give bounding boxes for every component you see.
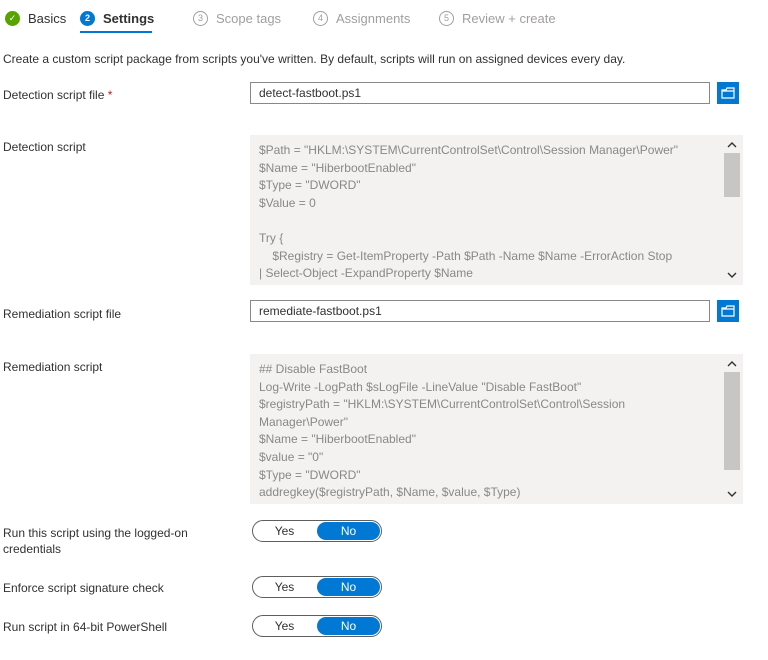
detection-script-label: Detection script (3, 140, 86, 154)
tab-basics[interactable]: ✓ Basics (5, 8, 66, 28)
tab-settings[interactable]: 2 Settings (80, 8, 154, 28)
tab-label: Settings (103, 10, 155, 26)
toggle-yes-option[interactable]: Yes (253, 616, 316, 636)
script-line: $Value = 0 (259, 195, 316, 210)
tab-assignments[interactable]: 4 Assignments (313, 8, 410, 28)
script-line: $value = "0" (259, 449, 324, 464)
step-number-icon: 3 (193, 10, 208, 26)
toggle-yes-option[interactable]: Yes (253, 577, 316, 597)
tab-scope-tags[interactable]: 3 Scope tags (193, 8, 281, 28)
tab-label: Scope tags (216, 10, 282, 26)
scroll-down-button[interactable] (724, 486, 740, 502)
remediation-browse-button[interactable] (717, 300, 739, 322)
script-line: $Name = "HiberbootEnabled" (259, 160, 416, 175)
script-line: ## Disable FastBoot (259, 362, 368, 376)
signature-check-label: Enforce script signature check (3, 581, 164, 595)
chevron-down-icon (727, 491, 737, 497)
chevron-up-icon (727, 142, 737, 148)
scroll-down-button[interactable] (724, 267, 740, 283)
scroll-up-button[interactable] (724, 356, 740, 372)
detection-file-label: Detection script file * (3, 88, 113, 102)
detection-scrollbar[interactable] (724, 135, 740, 285)
script-line: Log-Write -LogPath $sLogFile -LineValue … (259, 379, 582, 394)
checkmark-icon: ✓ (5, 10, 20, 26)
signature-check-toggle[interactable]: Yes No (252, 576, 382, 598)
detection-file-input[interactable]: detect-fastboot.ps1 (250, 82, 710, 104)
remediation-file-label: Remediation script file (3, 307, 122, 321)
intro-text: Create a custom script package from scri… (3, 52, 626, 66)
tab-label: Assignments (336, 10, 411, 26)
logged-on-credentials-toggle[interactable]: Yes No (252, 520, 382, 542)
script-line: $Registry = Get-ItemProperty -Path $Path… (259, 248, 673, 263)
tab-label: Basics (28, 10, 67, 26)
remediation-file-input[interactable]: remediate-fastboot.ps1 (250, 300, 710, 322)
64bit-powershell-toggle[interactable]: Yes No (252, 615, 382, 637)
detection-browse-button[interactable] (717, 82, 739, 104)
scroll-thumb[interactable] (724, 153, 740, 197)
script-line: $Type = "DWORD" (259, 467, 361, 482)
chevron-down-icon (727, 272, 737, 278)
active-tab-indicator (80, 31, 152, 33)
scroll-up-button[interactable] (724, 137, 740, 153)
required-marker: * (107, 88, 113, 102)
script-line: addregkey($registryPath, $Name, $value, … (259, 485, 521, 500)
tab-label: Review + create (462, 10, 556, 26)
step-number-icon: 4 (313, 10, 328, 26)
folder-open-icon (721, 87, 735, 99)
folder-open-icon (721, 305, 735, 317)
toggle-no-option[interactable]: No (317, 522, 380, 540)
tab-review-create[interactable]: 5 Review + create (439, 8, 556, 28)
detection-script-textarea[interactable]: $Path = "HKLM:\SYSTEM\CurrentControlSet\… (250, 135, 743, 285)
step-number-icon: 2 (80, 10, 95, 26)
script-line: Manager\Power" (259, 414, 348, 429)
toggle-no-option[interactable]: No (317, 617, 380, 635)
remediation-script-label: Remediation script (3, 360, 103, 374)
script-line: $Name = "HiberbootEnabled" (259, 432, 416, 447)
script-line: $registryPath = "HKLM:\SYSTEM\CurrentCon… (259, 397, 626, 412)
chevron-up-icon (727, 361, 737, 367)
script-line: | Select-Object -ExpandProperty $Name (259, 266, 473, 281)
script-line: Try { (259, 230, 284, 245)
logged-on-credentials-label: Run this script using the logged-on cred… (3, 526, 188, 556)
toggle-no-option[interactable]: No (317, 578, 380, 596)
script-line: $Path = "HKLM:\SYSTEM\CurrentControlSet\… (259, 143, 679, 157)
64bit-powershell-label: Run script in 64-bit PowerShell (3, 620, 168, 634)
scroll-thumb[interactable] (724, 372, 740, 470)
step-number-icon: 5 (439, 10, 454, 26)
remediation-scrollbar[interactable] (724, 354, 740, 504)
script-line (259, 212, 713, 230)
wizard-tabs: ✓ Basics 2 Settings 3 Scope tags 4 Assig… (0, 0, 768, 36)
remediation-script-textarea[interactable]: ## Disable FastBoot Log-Write -LogPath $… (250, 354, 743, 504)
script-line: $Type = "DWORD" (259, 178, 361, 193)
toggle-yes-option[interactable]: Yes (253, 521, 316, 541)
